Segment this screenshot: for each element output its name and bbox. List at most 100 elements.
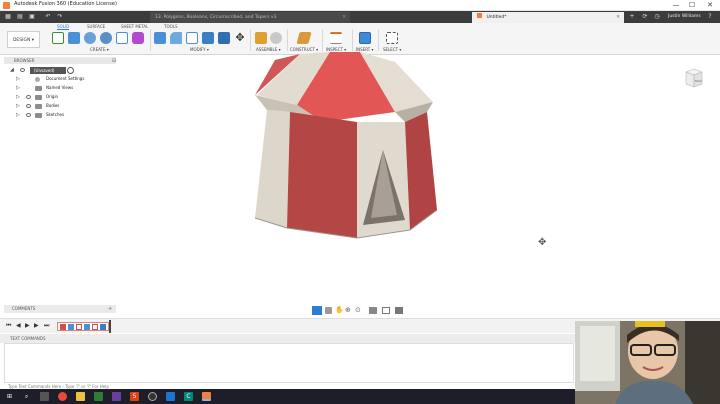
visibility-eye-icon[interactable] (20, 68, 25, 72)
joint-icon[interactable] (270, 32, 282, 44)
form-icon[interactable] (132, 32, 144, 44)
modify-menu[interactable]: MODIFY ▾ (190, 47, 209, 52)
viewports-icon[interactable] (395, 307, 403, 314)
display-settings-icon[interactable] (369, 307, 377, 314)
feature-sketch-icon[interactable] (76, 324, 82, 330)
new-component-icon[interactable] (255, 32, 267, 44)
loft-icon[interactable] (116, 32, 128, 44)
new-sketch-icon[interactable] (52, 32, 64, 44)
tab-tools[interactable]: TOOLS (164, 24, 178, 29)
tent-body-model[interactable] (245, 50, 450, 245)
app-icon[interactable] (166, 392, 175, 401)
visibility-eye-icon[interactable] (26, 95, 31, 99)
job-status-icon[interactable]: ⟳ (641, 13, 649, 21)
feature-extrude-icon[interactable] (84, 324, 90, 330)
zoom-icon[interactable]: ⊕ (345, 306, 351, 314)
app-icon[interactable]: 5 (130, 392, 139, 401)
pan-icon[interactable]: ✋ (335, 306, 344, 314)
fit-icon[interactable]: ⊙ (355, 306, 361, 314)
orbit-mode-icon[interactable] (312, 306, 322, 315)
grid-settings-icon[interactable] (382, 307, 390, 314)
help-icon[interactable]: ? (706, 13, 714, 21)
comments-panel-header[interactable]: COMMENTS (4, 305, 116, 313)
timeline-features[interactable] (57, 322, 109, 331)
expand-arrow-icon[interactable]: ▷ (16, 75, 20, 83)
feature-sketch-icon[interactable] (92, 324, 98, 330)
press-pull-icon[interactable] (154, 32, 166, 44)
browser-item-origin[interactable]: ▷ Origin (6, 93, 116, 101)
extrude-icon[interactable] (68, 32, 80, 44)
visibility-eye-icon[interactable] (26, 104, 31, 108)
fillet-icon[interactable] (170, 32, 182, 44)
search-icon[interactable]: ⌕ (22, 392, 31, 401)
notifications-icon[interactable]: ◷ (653, 13, 661, 21)
shell-icon[interactable] (186, 32, 198, 44)
timeline-next-icon[interactable]: ▶ (34, 322, 39, 329)
windows-start-icon[interactable]: ⊞ (5, 392, 14, 401)
look-at-icon[interactable] (325, 307, 332, 314)
file-explorer-icon[interactable] (76, 392, 85, 401)
browser-pin-icon[interactable]: ⊟ (112, 58, 116, 64)
scale-icon[interactable] (218, 32, 230, 44)
timeline-prev-icon[interactable]: ◀ (16, 322, 21, 329)
wall-panel (255, 110, 290, 228)
timeline-first-icon[interactable]: ⏮ (6, 322, 11, 330)
file-menu-icon[interactable]: ▤ (16, 13, 24, 21)
undo-icon[interactable]: ↶ (44, 13, 52, 21)
select-icon[interactable] (386, 32, 398, 44)
save-icon[interactable]: ▣ (28, 13, 36, 21)
offset-plane-icon[interactable] (296, 32, 312, 44)
close-tab-icon[interactable]: ✕ (616, 12, 620, 23)
activate-radio-icon[interactable] (67, 67, 74, 74)
browser-root-label[interactable]: (Unsaved) (30, 67, 66, 74)
create-menu[interactable]: CREATE ▾ (90, 47, 109, 52)
add-comment-icon[interactable]: + (108, 306, 112, 312)
browser-item-sketches[interactable]: ▷ Sketches (6, 111, 116, 119)
browser-item-document-settings[interactable]: ▷ Document Settings (6, 75, 116, 83)
feature-combine-icon[interactable] (100, 324, 106, 330)
new-tab-icon[interactable]: + (628, 13, 636, 21)
fusion-taskbar-icon[interactable] (202, 392, 211, 401)
collapse-arrow-icon[interactable]: ◢ (10, 66, 14, 74)
browser-item-bodies[interactable]: ▷ Bodies (6, 102, 116, 110)
feature-extrude-icon[interactable] (68, 324, 74, 330)
folder-icon (35, 104, 42, 109)
expand-arrow-icon[interactable]: ▷ (16, 84, 20, 92)
tab-polygons-booleans[interactable]: 13. Polygons, Booleans, Circumscribed, a… (150, 12, 350, 23)
close-tab-icon[interactable]: ✕ (342, 12, 346, 23)
browser-panel-header[interactable]: BROWSER (4, 57, 116, 64)
tab-untitled[interactable]: Untitled* ✕ (472, 12, 624, 23)
visibility-eye-icon[interactable] (26, 113, 31, 117)
tab-surface[interactable]: SURFACE (87, 24, 105, 29)
user-account-name[interactable]: Justin Williams (668, 14, 701, 19)
close-button[interactable]: ✕ (702, 0, 718, 11)
feature-sketch-icon[interactable] (60, 324, 66, 330)
sweep-icon[interactable] (100, 32, 112, 44)
maximize-button[interactable]: ☐ (684, 0, 700, 11)
chrome-icon[interactable] (58, 392, 67, 401)
timeline-play-icon[interactable]: ▶ (25, 322, 30, 329)
viewcube[interactable]: BACK (682, 66, 704, 90)
app-icon[interactable] (112, 392, 121, 401)
insert-image-icon[interactable] (359, 32, 371, 44)
browser-item-named-views[interactable]: ▷ Named Views (6, 84, 116, 92)
spreadsheet-icon[interactable] (94, 392, 103, 401)
revolve-icon[interactable] (84, 32, 96, 44)
app-icon[interactable]: C (184, 392, 193, 401)
combine-icon[interactable] (202, 32, 214, 44)
task-view-icon[interactable] (40, 392, 49, 401)
tab-sheet-metal[interactable]: SHEET METAL (121, 24, 148, 29)
timeline-last-icon[interactable]: ⏭ (44, 322, 49, 330)
expand-arrow-icon[interactable]: ▷ (16, 93, 20, 101)
redo-icon[interactable]: ↷ (56, 13, 64, 21)
minimize-button[interactable]: — (668, 0, 684, 11)
media-icon[interactable] (148, 392, 157, 401)
expand-arrow-icon[interactable]: ▷ (16, 102, 20, 110)
data-panel-icon[interactable]: ▦ (4, 13, 12, 21)
workspace-switcher-button[interactable]: DESIGN ▾ (7, 31, 40, 48)
measure-icon[interactable] (330, 32, 342, 44)
timeline-marker[interactable] (109, 320, 111, 333)
expand-arrow-icon[interactable]: ▷ (16, 111, 20, 119)
tab-solid[interactable]: SOLID (57, 24, 70, 30)
move-icon[interactable]: ✥ (234, 32, 246, 44)
